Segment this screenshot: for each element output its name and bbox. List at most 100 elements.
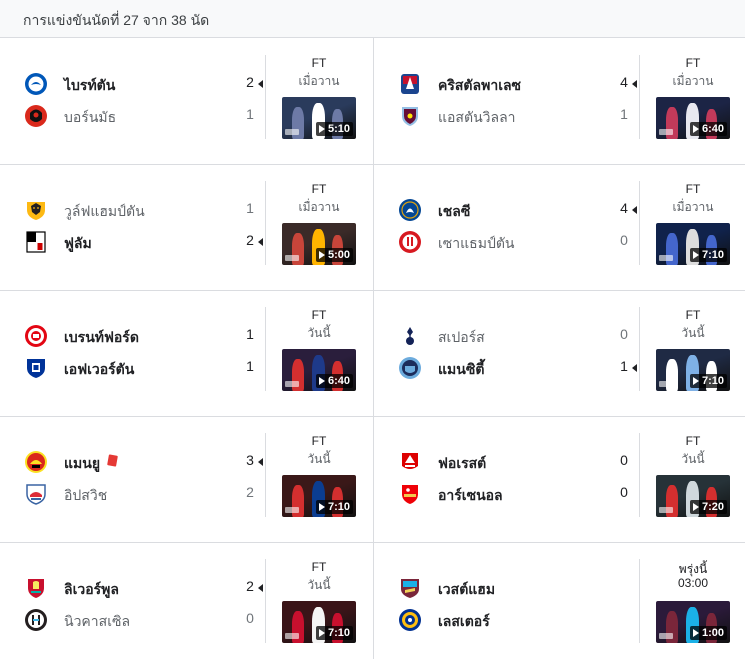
highlight-video-thumbnail[interactable]: 5:00 — [282, 223, 356, 265]
bournemouth-crest-icon — [24, 104, 48, 128]
match-time: วันนี้ — [307, 452, 331, 466]
score-video-divider — [265, 307, 266, 391]
away-team-score: 0 — [246, 610, 254, 626]
play-icon — [692, 629, 699, 637]
play-icon — [692, 251, 699, 259]
home-team-score: 4 — [620, 200, 628, 216]
home-team-row: วูล์ฟแฮมป์ตัน 1 — [24, 198, 264, 222]
play-icon — [318, 377, 325, 385]
matchday-title: การแข่งขันนัดที่ 27 จาก 38 นัด — [23, 12, 210, 28]
match-card[interactable]: สเปอร์ส 0 แมนซิตี้ 1 FT วันนี้ 7:10 — [374, 290, 745, 416]
home-team-row: เชลซี 4 — [398, 198, 638, 222]
play-icon — [692, 377, 699, 385]
away-team-row: นิวคาสเซิล 0 — [24, 608, 264, 632]
match-card[interactable]: ฟอเรสต์ 0 อาร์เซนอล 0 FT วันนี้ 7:20 — [374, 416, 745, 542]
play-icon — [692, 125, 699, 133]
home-team-score: 1 — [246, 326, 254, 342]
score-video-divider — [639, 181, 640, 265]
match-card[interactable]: วูล์ฟแฮมป์ตัน 1 ฟูลัม 2 FT เมื่อวาน 5:00 — [0, 164, 372, 290]
broadcaster-logo — [659, 381, 673, 387]
man-united-crest-icon — [24, 450, 48, 474]
away-team-row: อิปสวิช 2 — [24, 482, 264, 506]
home-team-name: ไบรท์ตัน — [64, 77, 116, 93]
southampton-crest-icon — [398, 230, 422, 254]
nottingham-forest-crest-icon — [398, 450, 422, 474]
away-team-row: บอร์นมัธ 1 — [24, 104, 264, 128]
away-team-score: 2 — [246, 484, 254, 500]
highlight-video-thumbnail[interactable]: 7:10 — [656, 223, 730, 265]
away-team-score: 1 — [246, 358, 254, 374]
away-team-row: เลสเตอร์ — [398, 608, 638, 632]
highlight-video-thumbnail[interactable]: 5:10 — [282, 97, 356, 139]
score-video-divider — [265, 181, 266, 265]
liverpool-crest-icon — [24, 576, 48, 600]
match-status: FT — [685, 308, 701, 322]
highlight-video-thumbnail[interactable]: 7:10 — [656, 349, 730, 391]
play-icon — [318, 503, 325, 511]
highlight-video-thumbnail[interactable]: 6:40 — [282, 349, 356, 391]
away-team-name: เซาแธมป์ตัน — [438, 235, 515, 251]
away-team-name: นิวคาสเซิล — [64, 613, 131, 629]
newcastle-crest-icon — [24, 608, 48, 632]
match-time: วันนี้ — [681, 452, 705, 466]
video-duration: 7:20 — [689, 500, 727, 514]
video-duration: 6:40 — [315, 374, 353, 388]
red-card-icon — [107, 454, 118, 467]
away-team-name: เลสเตอร์ — [438, 613, 490, 629]
score-video-divider — [639, 559, 640, 643]
home-team-row: สเปอร์ส 0 — [398, 324, 638, 348]
winner-arrow-icon — [632, 364, 637, 372]
play-icon — [318, 629, 325, 637]
video-duration-text: 7:10 — [327, 501, 350, 513]
ipswich-crest-icon — [24, 482, 48, 506]
match-card[interactable]: คริสตัลพาเลซ 4 แอสตันวิลลา 1 FT เมื่อวาน … — [374, 38, 745, 164]
video-duration-text: 5:00 — [327, 249, 350, 261]
match-card[interactable]: เบรนท์ฟอร์ด 1 เอฟเวอร์ตัน 1 FT วันนี้ 6:4… — [0, 290, 372, 416]
broadcaster-logo — [285, 255, 299, 261]
play-icon — [692, 503, 699, 511]
video-duration: 7:10 — [315, 626, 353, 640]
match-card[interactable]: แมนยู 3 อิปสวิช 2 FT วันนี้ 7:10 — [0, 416, 372, 542]
video-duration-text: 6:40 — [701, 123, 724, 135]
broadcaster-logo — [659, 129, 673, 135]
video-duration: 7:10 — [689, 374, 727, 388]
crystal-palace-crest-icon — [398, 72, 422, 96]
home-team-score: 0 — [620, 452, 628, 468]
away-team-score: 1 — [620, 106, 628, 122]
match-card[interactable]: เชลซี 4 เซาแธมป์ตัน 0 FT เมื่อวาน 7:10 — [374, 164, 745, 290]
brentford-crest-icon — [24, 324, 48, 348]
highlight-video-thumbnail[interactable]: 1:00 — [656, 601, 730, 643]
away-team-name: เอฟเวอร์ตัน — [64, 361, 135, 377]
winner-arrow-icon — [258, 80, 263, 88]
matchday-header: การแข่งขันนัดที่ 27 จาก 38 นัด — [0, 0, 745, 38]
play-icon — [318, 251, 325, 259]
highlight-video-thumbnail[interactable]: 6:40 — [656, 97, 730, 139]
score-video-divider — [639, 433, 640, 517]
match-time: เมื่อวาน — [672, 74, 714, 88]
away-team-name: อิปสวิช — [64, 487, 108, 503]
home-team-name: สเปอร์ส — [438, 329, 485, 345]
score-video-divider — [265, 559, 266, 643]
match-card[interactable]: เวสต์แฮม เลสเตอร์ พรุ่งนี้ 03:00 1:00 — [374, 542, 745, 659]
away-team-row: อาร์เซนอล 0 — [398, 482, 638, 506]
west-ham-crest-icon — [398, 576, 422, 600]
match-card[interactable]: ลิเวอร์พูล 2 นิวคาสเซิล 0 FT วันนี้ 7:10 — [0, 542, 372, 659]
highlight-video-thumbnail[interactable]: 7:10 — [282, 601, 356, 643]
highlight-video-thumbnail[interactable]: 7:20 — [656, 475, 730, 517]
away-team-name: อาร์เซนอล — [438, 487, 503, 503]
score-video-divider — [639, 307, 640, 391]
home-team-score: 0 — [620, 326, 628, 342]
match-card[interactable]: ไบรท์ตัน 2 บอร์นมัธ 1 FT เมื่อวาน 5:10 — [0, 38, 372, 164]
away-team-name: แอสตันวิลลา — [438, 109, 516, 125]
video-duration-text: 7:10 — [701, 249, 724, 261]
match-status: FT — [685, 182, 701, 196]
tottenham-crest-icon — [398, 324, 422, 348]
video-duration-text: 7:10 — [701, 375, 724, 387]
broadcaster-logo — [285, 633, 299, 639]
match-status: FT — [685, 56, 701, 70]
match-time: เมื่อวาน — [672, 200, 714, 214]
video-duration-text: 7:20 — [701, 501, 724, 513]
match-status: FT — [685, 434, 701, 448]
highlight-video-thumbnail[interactable]: 7:10 — [282, 475, 356, 517]
video-duration: 5:10 — [315, 122, 353, 136]
